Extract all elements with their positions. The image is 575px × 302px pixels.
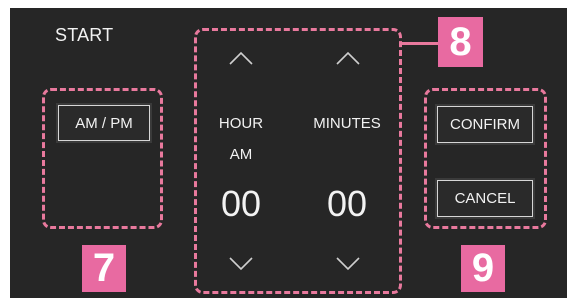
callout-badge-8: 8 — [438, 17, 483, 67]
period-indicator: AM — [229, 146, 253, 163]
chevron-down-icon[interactable] — [228, 256, 254, 272]
cancel-button[interactable]: CANCEL — [437, 180, 533, 217]
chevron-up-icon[interactable] — [335, 50, 361, 66]
ampm-toggle-button[interactable]: AM / PM — [58, 105, 150, 141]
minutes-value: 00 — [326, 183, 368, 224]
chevron-up-icon[interactable] — [228, 50, 254, 66]
confirm-button[interactable]: CONFIRM — [437, 106, 533, 143]
callout-connector-8 — [400, 42, 438, 45]
screen-title: START — [55, 25, 114, 45]
minutes-label: MINUTES — [313, 115, 381, 132]
hour-value: 00 — [220, 183, 262, 224]
hour-label: HOUR — [218, 115, 264, 132]
callout-badge-7: 7 — [82, 245, 126, 292]
chevron-down-icon[interactable] — [335, 256, 361, 272]
callout-badge-9: 9 — [461, 245, 505, 292]
